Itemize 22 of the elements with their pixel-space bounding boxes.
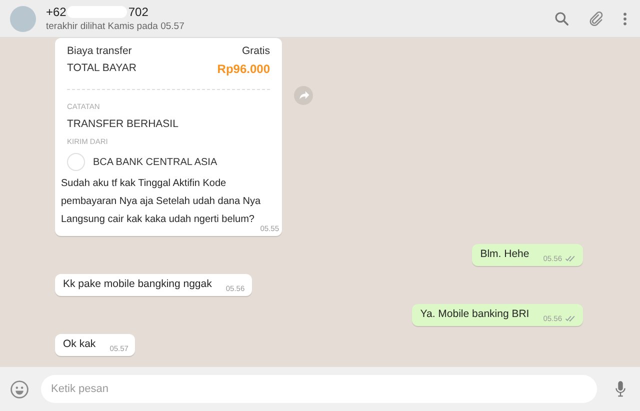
microphone-icon[interactable] [615,380,626,398]
message-text: Sudah aku tf kak Tinggal Aktifin Kode pembayaran Nya aja Setelah udah dana Nya Langsung cair kak kaka udah ngerti belum? [61,178,261,225]
message-text: Ya. Mobile banking BRI [420,308,530,322]
bank-name: BCA BANK CENTRAL ASIA [93,156,218,168]
message-text: Ok kak [63,338,96,352]
smiley-icon[interactable] [10,380,29,398]
contact-number: +62 [46,5,66,19]
receipt-value: Rp96.000 [217,62,270,76]
receipt-label: TOTAL BAYAR [67,62,136,76]
paperclip-icon[interactable] [588,10,604,26]
message-input[interactable]: Ketik pesan [41,375,597,403]
forward-icon[interactable] [294,86,313,105]
bank-logo-icon [67,153,85,171]
contact-number: 702 [128,5,148,19]
last-seen-text: terakhir dilihat Kamis pada 05.57 [46,21,184,32]
message-text: Blm. Hehe [480,248,530,262]
receipt-note: TRANSFER BERHASIL [67,118,178,130]
message-text: Kk pake mobile bangking nggak [63,278,212,292]
menu-icon[interactable] [622,10,628,26]
receipt-value: Gratis [242,45,270,57]
search-icon[interactable] [554,10,570,26]
receipt-label: Biaya transfer [67,45,132,57]
